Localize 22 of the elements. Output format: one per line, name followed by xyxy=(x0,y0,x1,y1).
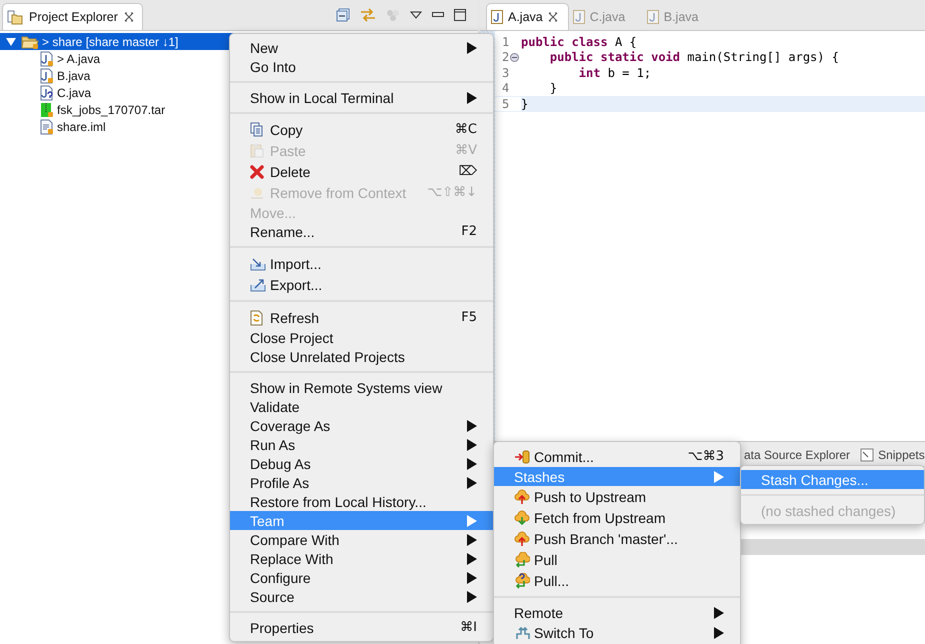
shortcut-label: F5 xyxy=(460,310,477,325)
code-line: } xyxy=(548,81,558,96)
tab-label: C.java xyxy=(590,10,626,24)
shortcut-label: ⌘C xyxy=(454,122,477,137)
line-number: 5 xyxy=(502,96,510,111)
shortcut-label: ⌥⌘3 xyxy=(686,449,724,464)
code-line: int b = 1; xyxy=(578,66,652,80)
code-line: public static void main(String[] args) { xyxy=(548,50,839,64)
shortcut-label: ⌘I xyxy=(459,620,477,635)
code-line: } xyxy=(521,96,528,111)
line-number: 4 xyxy=(502,81,510,96)
shortcut-label: ⌦ xyxy=(458,164,477,179)
tab-label: B.java xyxy=(664,10,698,24)
shortcut-label: ⌘V xyxy=(454,143,477,158)
code-line: public class A { xyxy=(521,34,637,49)
line-number: 1 xyxy=(502,34,510,49)
tab-label: Project Explorer xyxy=(29,10,118,24)
tab-label: A.java xyxy=(508,10,543,24)
line-number: 3 xyxy=(502,66,510,80)
line-number: 2 xyxy=(502,50,510,64)
shortcut-label: F2 xyxy=(460,224,477,239)
shortcut-label: ⌥⇧⌘↓ xyxy=(426,185,477,200)
